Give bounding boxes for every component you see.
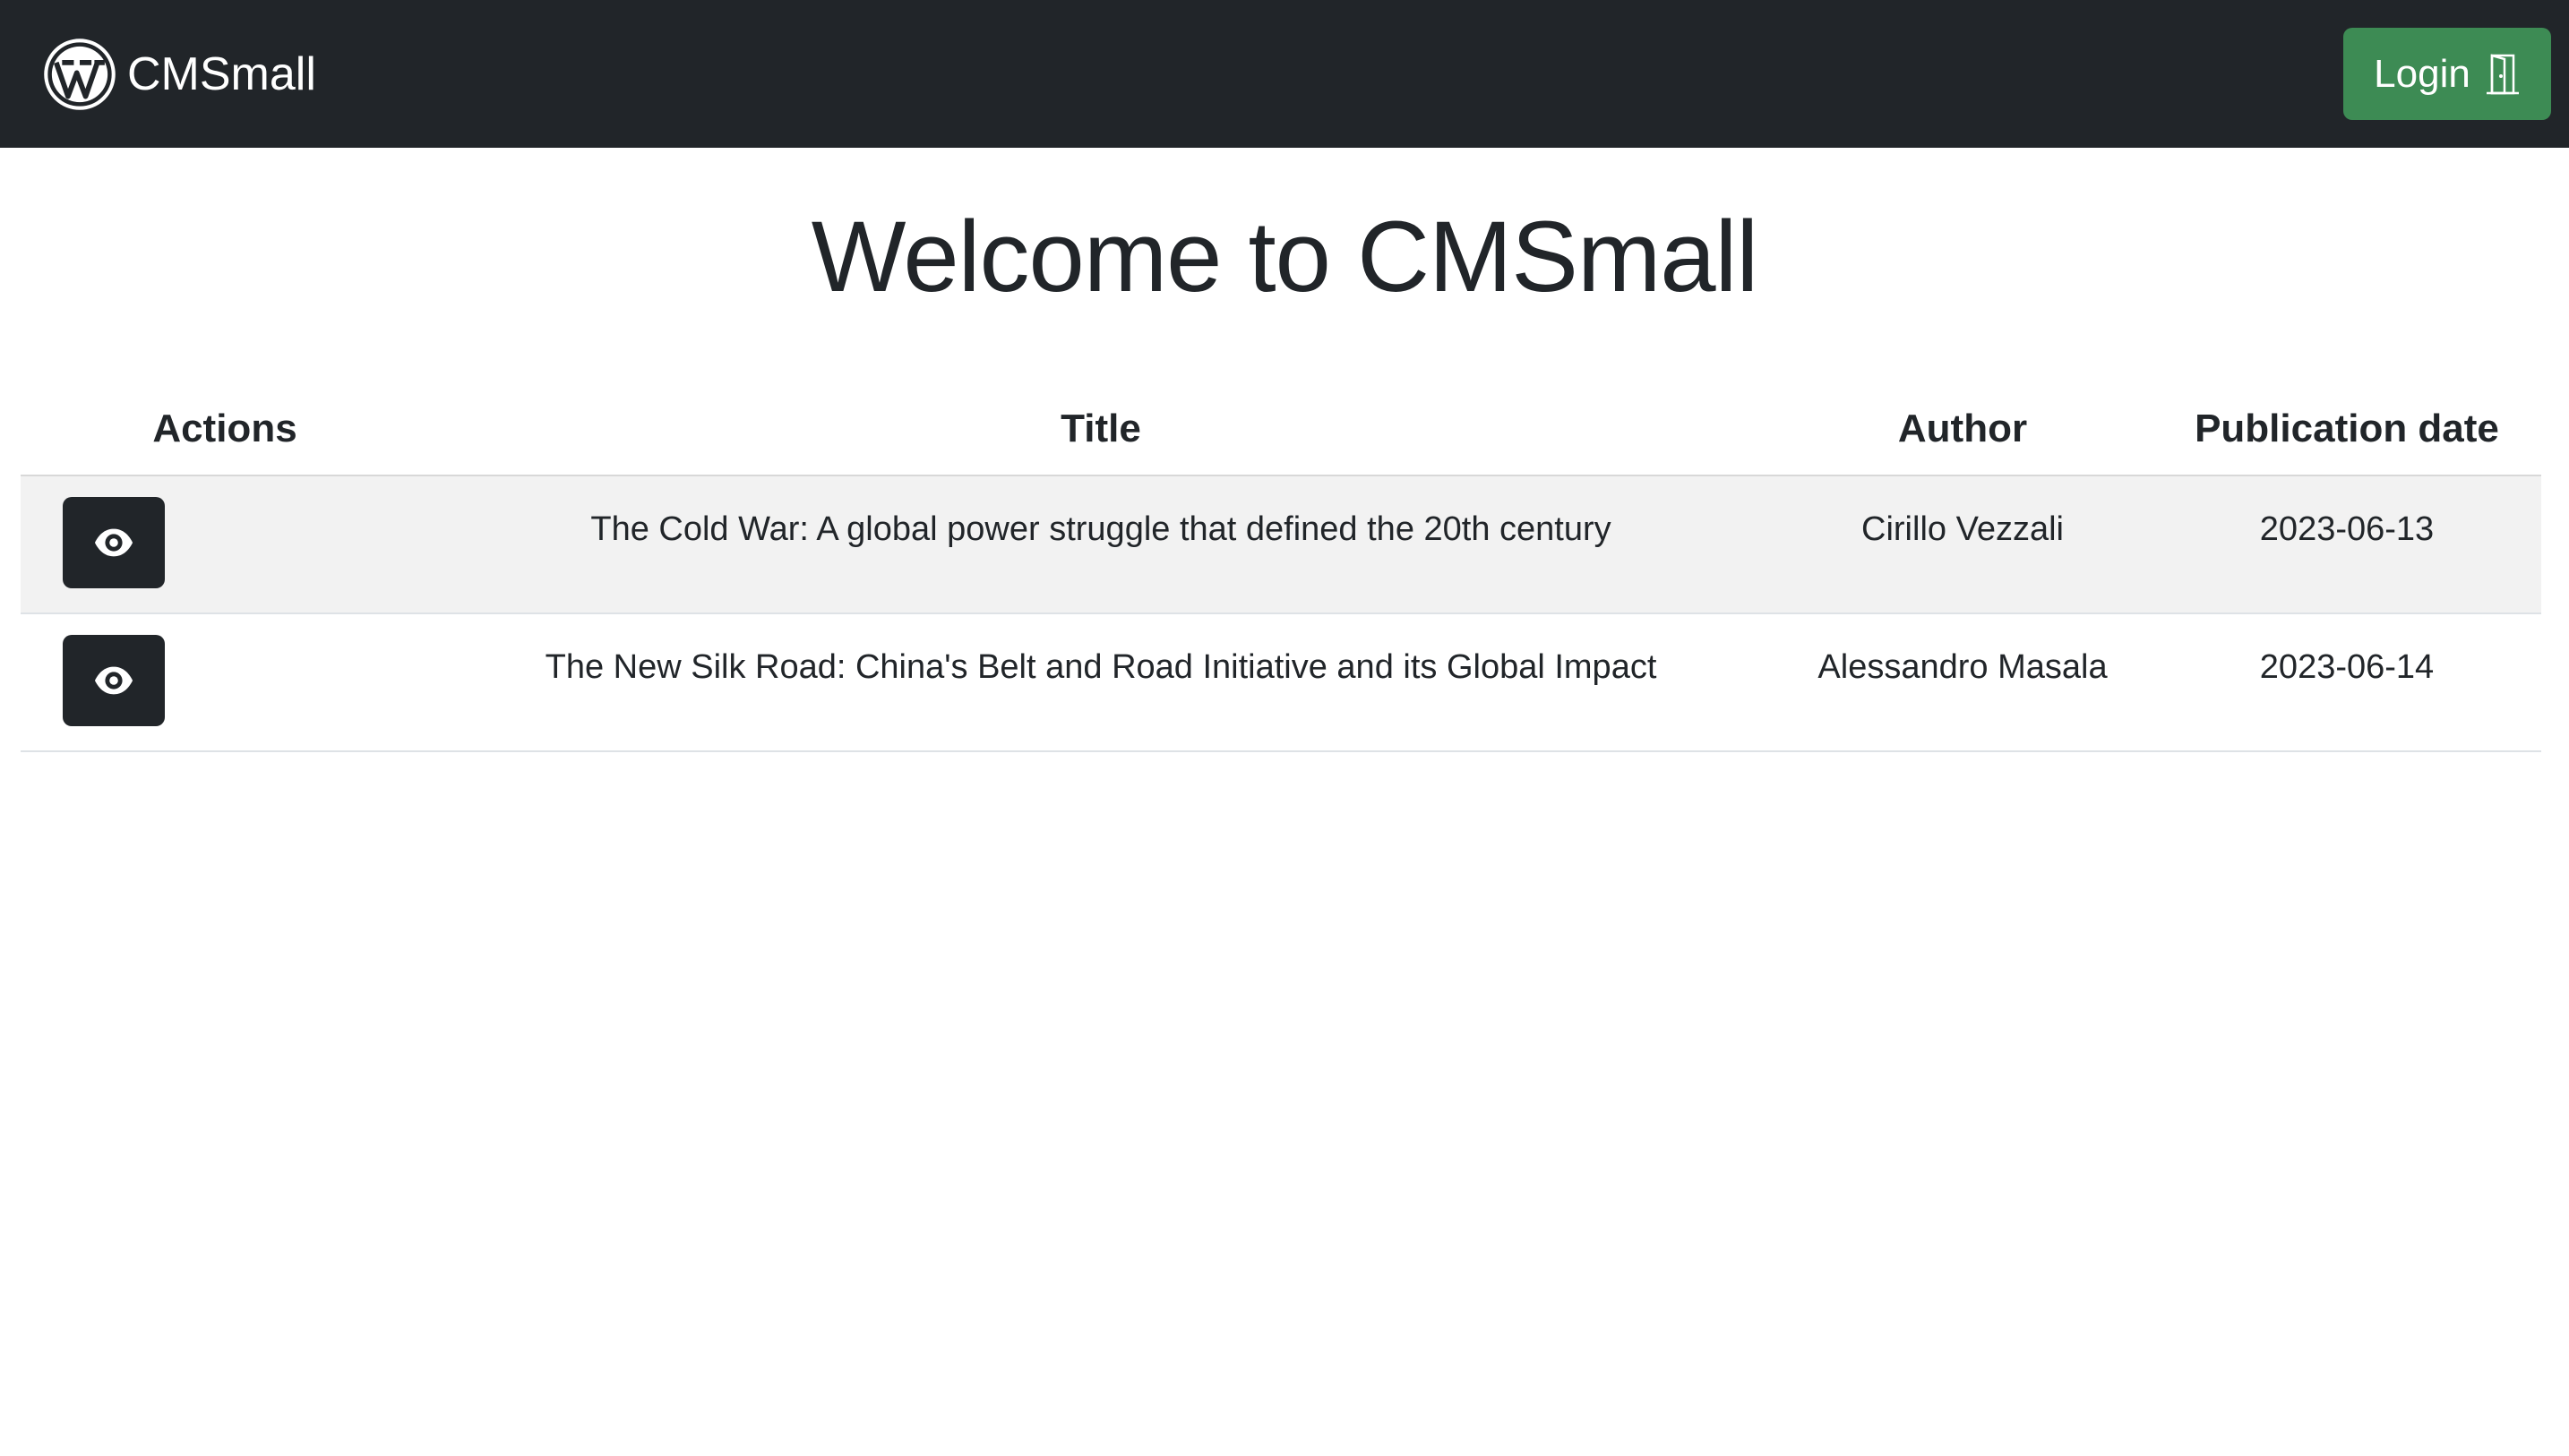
article-author: Cirillo Vezzali (1773, 475, 2152, 614)
article-author: Alessandro Masala (1773, 613, 2152, 752)
eye-icon (93, 660, 134, 701)
actions-cell (21, 475, 429, 614)
table-header-row: Actions Title Author Publication date (21, 383, 2541, 476)
table-row: The New Silk Road: China's Belt and Road… (21, 613, 2541, 752)
eye-icon (93, 522, 134, 563)
article-title: The Cold War: A global power struggle th… (429, 475, 1773, 614)
page-title: Welcome to CMSmall (811, 201, 1759, 313)
door-icon (2470, 53, 2521, 96)
login-button[interactable]: Login (2343, 28, 2551, 120)
login-label: Login (2374, 51, 2470, 96)
header-publication-date: Publication date (2152, 383, 2541, 476)
article-date: 2023-06-14 (2152, 613, 2541, 752)
wordpress-logo-icon (43, 38, 116, 111)
article-title: The New Silk Road: China's Belt and Road… (429, 613, 1773, 752)
header-author: Author (1773, 383, 2152, 476)
view-button[interactable] (63, 635, 165, 726)
brand-link[interactable]: CMSmall (43, 36, 316, 113)
top-navbar: CMSmall Login (0, 0, 2569, 148)
table-row: The Cold War: A global power struggle th… (21, 475, 2541, 614)
view-button[interactable] (63, 497, 165, 588)
header-title: Title (429, 383, 1773, 476)
article-date: 2023-06-13 (2152, 475, 2541, 614)
brand-name: CMSmall (127, 48, 316, 100)
header-actions: Actions (21, 383, 429, 476)
actions-cell (21, 613, 429, 752)
articles-table: Actions Title Author Publication date Th… (21, 383, 2541, 752)
